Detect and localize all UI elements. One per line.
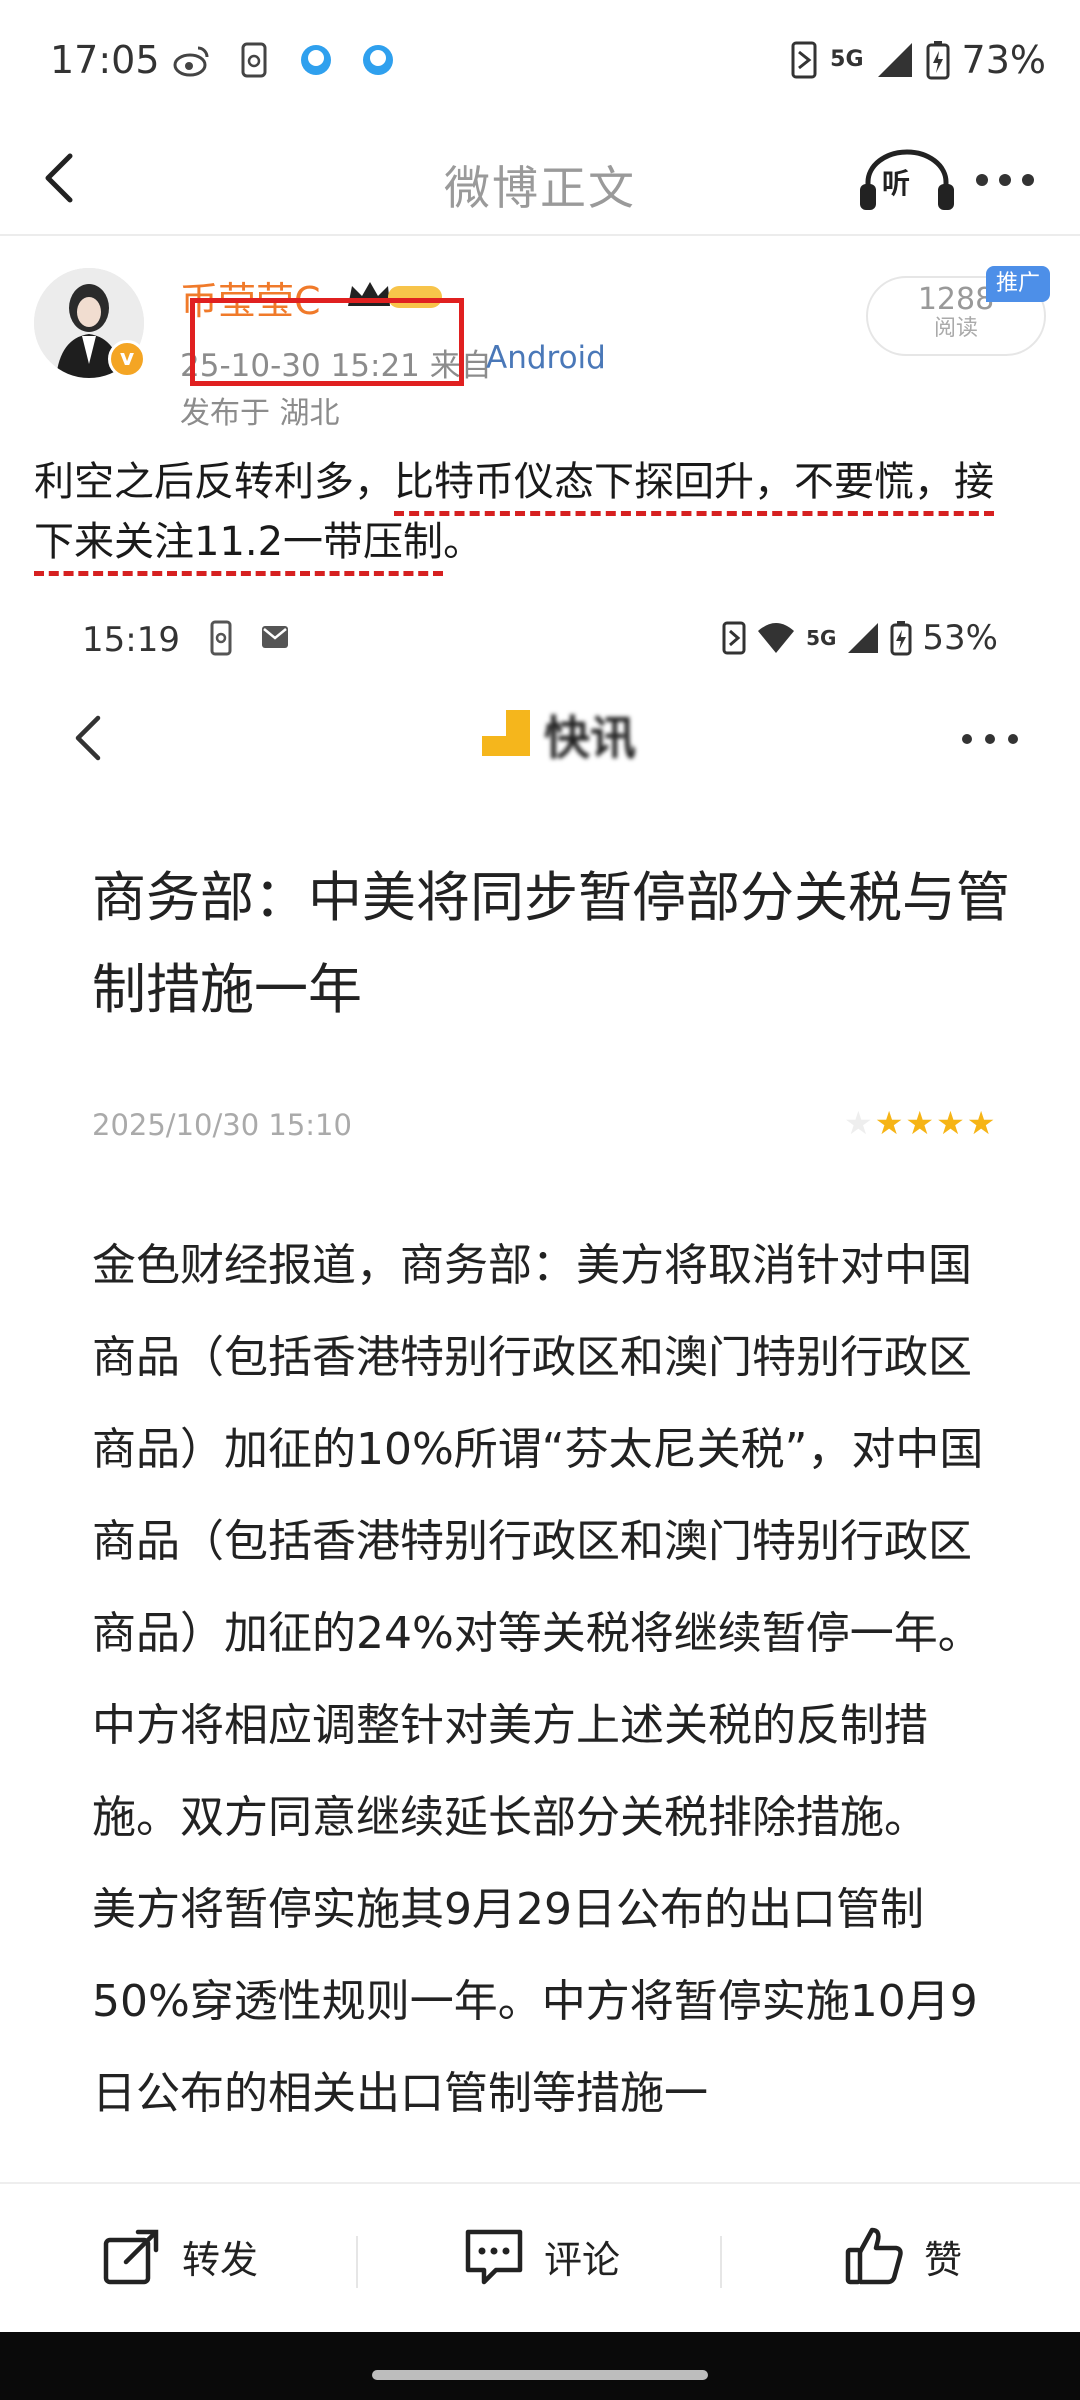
- embedded-network-type: 5G: [806, 626, 837, 650]
- qq-icon: [363, 45, 393, 75]
- embedded-screenshot[interactable]: 15:19 5G 53% 快讯 商务部：中美将同步暂停部分关税与管制措施一年 2…: [0, 590, 1080, 2182]
- nfc-icon: [722, 621, 746, 655]
- forward-button[interactable]: 转发: [100, 2224, 258, 2288]
- home-gesture-bar[interactable]: [372, 2370, 708, 2380]
- brand-name-blurred: 快讯: [544, 711, 636, 765]
- post-source-link[interactable]: Android: [486, 340, 606, 376]
- more-options-icon[interactable]: [962, 734, 1018, 746]
- star-empty-icon: ★: [844, 1104, 873, 1142]
- article-title: 商务部：中美将同步暂停部分关税与管制措施一年: [92, 866, 1010, 1021]
- post-action-bar: 转发 评论 赞: [0, 2182, 1080, 2332]
- post-location: 发布于 湖北: [180, 396, 340, 431]
- status-time: 17:05: [50, 38, 160, 82]
- listen-label: 听: [882, 167, 911, 200]
- verified-badge: v: [108, 340, 146, 378]
- read-label: 阅读: [933, 316, 978, 341]
- signal-icon: [877, 43, 912, 77]
- article-date: 2025/10/30 15:10: [92, 1108, 352, 1142]
- promo-tag[interactable]: 推广: [986, 266, 1051, 302]
- nfc-icon: [791, 41, 817, 79]
- wifi-icon: [758, 623, 795, 653]
- message-icon: [262, 626, 288, 648]
- embedded-system-icons: 5G 53%: [722, 618, 998, 658]
- battery-percent: 73%: [961, 38, 1046, 82]
- embedded-status-time: 15:19: [82, 620, 180, 660]
- network-type: 5G: [830, 47, 864, 72]
- brand-logo-icon: [482, 710, 530, 756]
- status-bar: 17:05 5G 73%: [0, 0, 1080, 120]
- embedded-battery-percent: 53%: [922, 618, 998, 658]
- article-body: 金色财经报道，商务部：美方将取消针对中国商品（包括香港特别行政区和澳门特别行政区…: [92, 1220, 1002, 2140]
- star-filled-icon: ★: [874, 1104, 904, 1142]
- post-content: 利空之后反转利多，比特币仪态下探回升，不要慌，接 下来关注11.2一带压制。: [34, 452, 1074, 576]
- forward-label: 转发: [182, 2237, 259, 2282]
- importance-rating: ★ ★ ★ ★ ★: [844, 1106, 995, 1140]
- post-text-highlight-2: 下来关注11.2一带压制: [34, 519, 444, 576]
- highlight-annotation-box: [190, 298, 464, 386]
- system-navigation-bar: [0, 2332, 1080, 2400]
- status-system-icons: 5G 73%: [790, 38, 1046, 82]
- star-filled-icon: ★: [966, 1104, 996, 1142]
- top-navigation: 微博正文 听: [0, 120, 1080, 236]
- comment-icon: [465, 2229, 523, 2285]
- weibo-icon: [173, 46, 209, 77]
- comment-label: 评论: [544, 2237, 621, 2282]
- article-body-text: 金色财经报道，商务部：美方将取消针对中国商品（包括香港特别行政区和澳门特别行政区…: [92, 1240, 984, 2119]
- more-options-icon[interactable]: [970, 150, 1040, 210]
- post-text-highlight-1: 比特币仪态下探回升，不要慌，接: [394, 459, 994, 516]
- battery-icon: [890, 621, 912, 656]
- post-text-tail: 。: [443, 519, 484, 565]
- star-filled-icon: ★: [905, 1104, 935, 1142]
- comment-button[interactable]: 评论: [462, 2224, 620, 2288]
- qq-icon: [301, 45, 331, 75]
- action-divider: [720, 2236, 722, 2288]
- like-button[interactable]: 赞: [842, 2224, 962, 2288]
- status-notification-icons: [172, 40, 398, 80]
- thumbs-up-icon: [845, 2227, 903, 2285]
- phone-lock-icon: [210, 620, 232, 656]
- signal-icon: [848, 623, 879, 653]
- battery-icon: [926, 41, 950, 80]
- back-arrow-icon[interactable]: [66, 706, 110, 770]
- phone-lock-icon: [241, 42, 267, 78]
- action-divider: [356, 2236, 358, 2288]
- star-filled-icon: ★: [936, 1104, 965, 1142]
- post-text-lead: 利空之后反转利多，: [34, 459, 394, 505]
- share-icon: [103, 2229, 159, 2285]
- like-label: 赞: [924, 2237, 963, 2282]
